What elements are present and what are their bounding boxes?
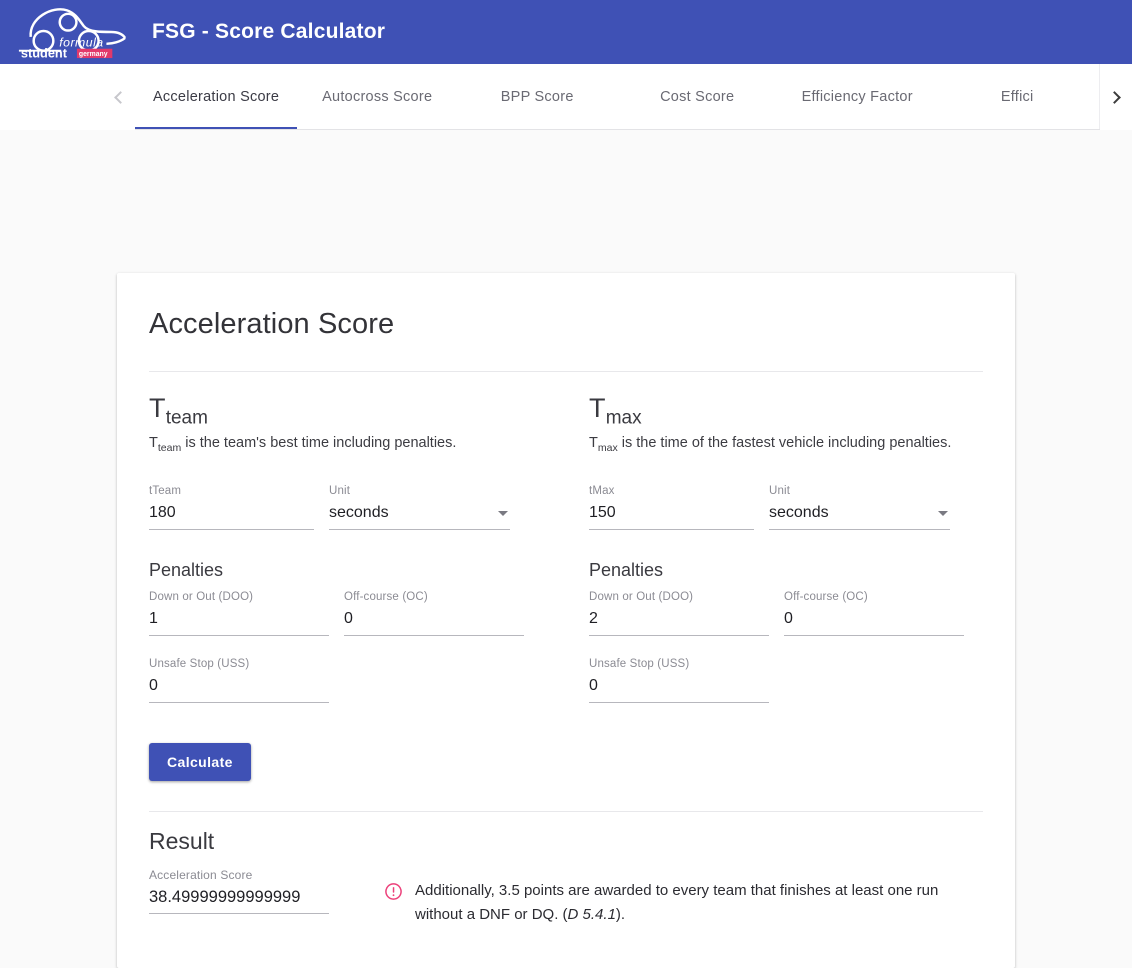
result-note-rule-reference: D 5.4.1	[567, 906, 616, 924]
t-team-field[interactable]: tTeam 180	[149, 481, 314, 531]
t-team-penalty-row-1: Down or Out (DOO) 1 Off-course (OC) 0	[149, 587, 589, 654]
tab-bar-divider	[103, 129, 1132, 130]
t-max-field[interactable]: tMax 150	[589, 481, 754, 531]
t-team-uss-field[interactable]: Unsafe Stop (USS) 0	[149, 654, 329, 704]
tab-scroll-next-button[interactable]	[1100, 64, 1132, 130]
t-team-description: Tteam is the team's best time including …	[149, 434, 589, 455]
t-team-oc-label: Off-course (OC)	[344, 591, 428, 604]
t-max-input[interactable]: 150	[589, 502, 754, 531]
result-note-suffix: ).	[615, 906, 626, 924]
t-team-oc-field[interactable]: Off-course (OC) 0	[344, 587, 524, 637]
tab-bpp-score[interactable]: BPP Score	[457, 64, 617, 130]
t-max-heading-subscript: max	[605, 407, 642, 429]
t-team-desc-subscript: team	[157, 442, 182, 455]
t-team-penalties-title: Penalties	[149, 560, 224, 581]
tab-bar: Acceleration Score Autocross Score BPP S…	[0, 64, 1132, 130]
t-max-doo-field[interactable]: Down or Out (DOO) 2	[589, 587, 769, 637]
result-section: Result Acceleration Score 38.49999999999…	[149, 812, 983, 968]
tab-label: BPP Score	[500, 89, 574, 105]
t-max-penalties-title: Penalties	[589, 560, 664, 581]
t-team-unit-text: seconds	[329, 504, 389, 522]
svg-text:germany: germany	[79, 51, 108, 58]
result-note: Additionally, 3.5 points are awarded to …	[384, 879, 983, 927]
t-team-desc-text: is the team's best time including penalt…	[181, 435, 457, 452]
t-team-doo-input[interactable]: 1	[149, 608, 329, 637]
app-header: formula student germany FSG - Score Calc…	[0, 0, 1132, 64]
t-team-doo-field[interactable]: Down or Out (DOO) 1	[149, 587, 329, 637]
t-team-unit-label: Unit	[329, 485, 351, 498]
t-max-oc-input[interactable]: 0	[784, 608, 964, 637]
tab-scroll-prev-button[interactable]	[103, 64, 135, 130]
t-team-uss-input[interactable]: 0	[149, 675, 329, 704]
t-max-oc-label: Off-course (OC)	[784, 591, 868, 604]
svg-text:student: student	[21, 46, 68, 60]
tab-cost-score[interactable]: Cost Score	[617, 64, 777, 130]
t-team-oc-input[interactable]: 0	[344, 608, 524, 637]
t-max-column: Tmax Tmax is the time of the fastest veh…	[589, 392, 1029, 721]
t-max-desc-text: is the time of the fastest vehicle inclu…	[617, 435, 952, 452]
t-max-description: Tmax is the time of the fastest vehicle …	[589, 434, 1029, 455]
t-max-unit-label: Unit	[769, 485, 791, 498]
t-team-heading-base: T	[149, 393, 166, 423]
acceleration-score-result-value[interactable]: 38.49999999999999	[149, 886, 329, 915]
t-max-unit-value[interactable]: seconds	[769, 502, 950, 531]
result-note-text: Additionally, 3.5 points are awarded to …	[415, 879, 960, 927]
t-max-desc-subscript: max	[597, 442, 618, 455]
t-max-doo-input[interactable]: 2	[589, 608, 769, 637]
t-max-oc-field[interactable]: Off-course (OC) 0	[784, 587, 964, 637]
calculate-row: Calculate	[149, 721, 983, 811]
t-team-heading: Tteam	[149, 392, 589, 430]
t-team-doo-label: Down or Out (DOO)	[149, 591, 254, 604]
chevron-right-icon	[1108, 90, 1121, 104]
t-team-input[interactable]: 180	[149, 502, 314, 531]
fsg-logo: formula student germany	[18, 8, 127, 60]
tab-label: Autocross Score	[322, 89, 433, 105]
acceleration-score-result-label: Acceleration Score	[149, 868, 253, 883]
error-outline-icon	[385, 883, 402, 901]
t-team-heading-subscript: team	[165, 407, 208, 429]
chevron-left-icon	[114, 90, 127, 104]
tab-efficiency-factor[interactable]: Efficiency Factor	[777, 64, 937, 130]
t-team-unit-value[interactable]: seconds	[329, 502, 510, 531]
t-team-penalty-row-2: Unsafe Stop (USS) 0	[149, 654, 589, 721]
t-team-field-label: tTeam	[149, 485, 182, 498]
t-team-field-row: tTeam 180 Unit seconds	[149, 481, 589, 548]
tab-label: Effici	[1000, 89, 1034, 105]
result-note-main: Additionally, 3.5 points are awarded to …	[415, 882, 939, 924]
t-max-field-label: tMax	[589, 485, 615, 498]
result-title: Result	[149, 828, 215, 855]
chevron-down-icon	[498, 511, 508, 517]
t-max-field-row: tMax 150 Unit seconds	[589, 481, 1029, 548]
t-team-uss-label: Unsafe Stop (USS)	[149, 658, 250, 671]
calculate-button[interactable]: Calculate	[149, 743, 251, 782]
t-max-penalty-row-2: Unsafe Stop (USS) 0	[589, 654, 1029, 721]
page-title: Acceleration Score	[149, 273, 983, 372]
chevron-down-icon	[938, 511, 948, 517]
t-max-uss-label: Unsafe Stop (USS)	[589, 658, 690, 671]
acceleration-score-card: Acceleration Score Tteam Tteam is the te…	[117, 273, 1015, 968]
t-max-doo-label: Down or Out (DOO)	[589, 591, 694, 604]
tab-autocross-score[interactable]: Autocross Score	[297, 64, 457, 130]
tab-label: Cost Score	[660, 89, 735, 105]
t-max-desc-symbol: T	[589, 435, 598, 452]
tab-acceleration-score[interactable]: Acceleration Score	[135, 64, 298, 130]
inputs-columns: Tteam Tteam is the team's best time incl…	[149, 372, 983, 721]
t-max-uss-input[interactable]: 0	[589, 675, 769, 704]
tab-label: Efficiency Factor	[801, 89, 913, 105]
app-title: FSG - Score Calculator	[152, 20, 386, 43]
tab-efficiency-score[interactable]: Effici	[937, 64, 1097, 130]
t-max-uss-field[interactable]: Unsafe Stop (USS) 0	[589, 654, 769, 704]
t-max-heading-base: T	[589, 393, 606, 423]
t-team-desc-symbol: T	[149, 435, 158, 452]
t-max-penalty-row-1: Down or Out (DOO) 2 Off-course (OC) 0	[589, 587, 1029, 654]
tab-label: Acceleration Score	[153, 89, 280, 105]
t-team-column: Tteam Tteam is the team's best time incl…	[149, 392, 589, 721]
acceleration-score-result-field[interactable]: Acceleration Score 38.49999999999999	[149, 865, 329, 915]
t-max-unit-text: seconds	[769, 504, 829, 522]
t-max-unit-select[interactable]: Unit seconds	[769, 481, 950, 531]
t-max-heading: Tmax	[589, 392, 1029, 430]
result-body: Acceleration Score 38.49999999999999 Add…	[149, 865, 983, 932]
tab-list: Acceleration Score Autocross Score BPP S…	[135, 64, 1100, 130]
t-team-unit-select[interactable]: Unit seconds	[329, 481, 510, 531]
